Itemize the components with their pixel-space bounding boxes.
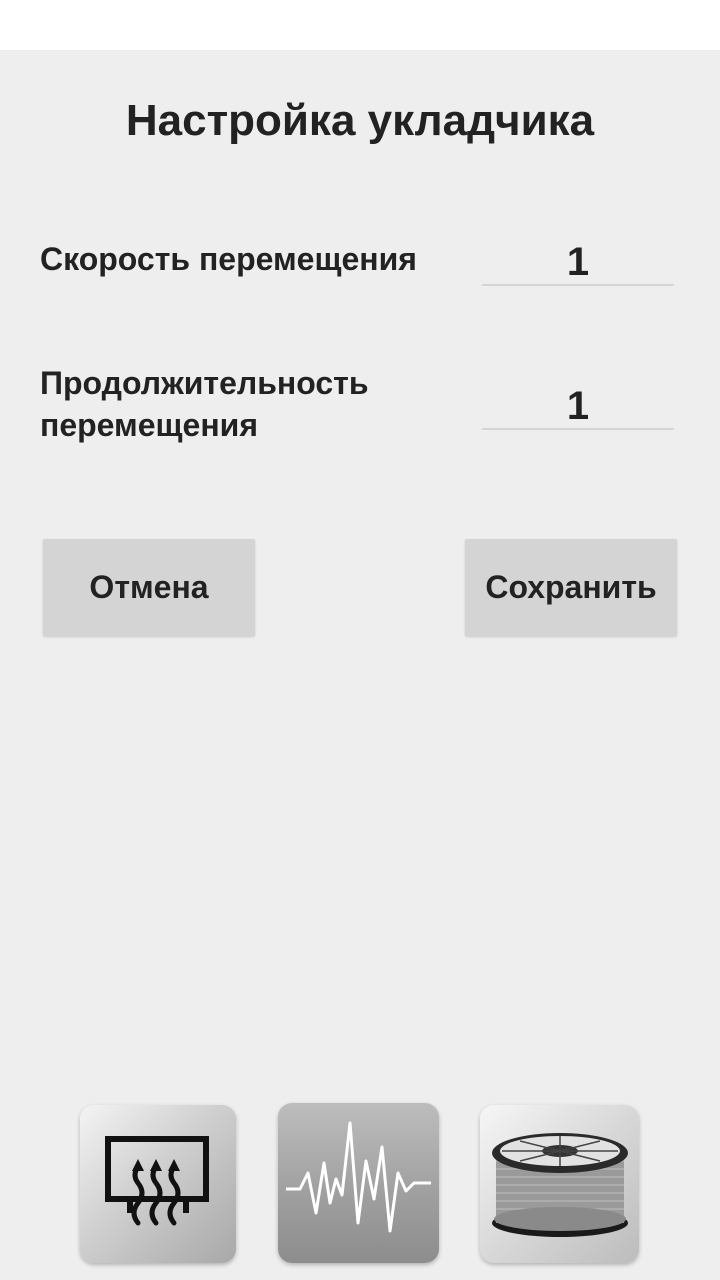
- page-title: Настройка укладчика: [125, 96, 595, 145]
- save-button[interactable]: Сохранить: [465, 539, 677, 636]
- heater-tile[interactable]: [80, 1105, 236, 1263]
- vibration-tile[interactable]: [278, 1103, 439, 1263]
- filament-spool-icon: [492, 1133, 628, 1237]
- speed-input[interactable]: [482, 240, 674, 286]
- settings-screen: [0, 50, 720, 1280]
- duration-input[interactable]: [482, 384, 674, 430]
- status-bar: [0, 0, 720, 50]
- spool-tile[interactable]: [480, 1105, 639, 1263]
- heater-icon: [105, 1136, 209, 1226]
- duration-label: Продолжительность перемещения: [40, 365, 369, 443]
- cancel-button[interactable]: Отмена: [43, 539, 255, 636]
- vibration-wave-icon: [286, 1121, 431, 1233]
- speed-label: Скорость перемещения: [40, 241, 417, 277]
